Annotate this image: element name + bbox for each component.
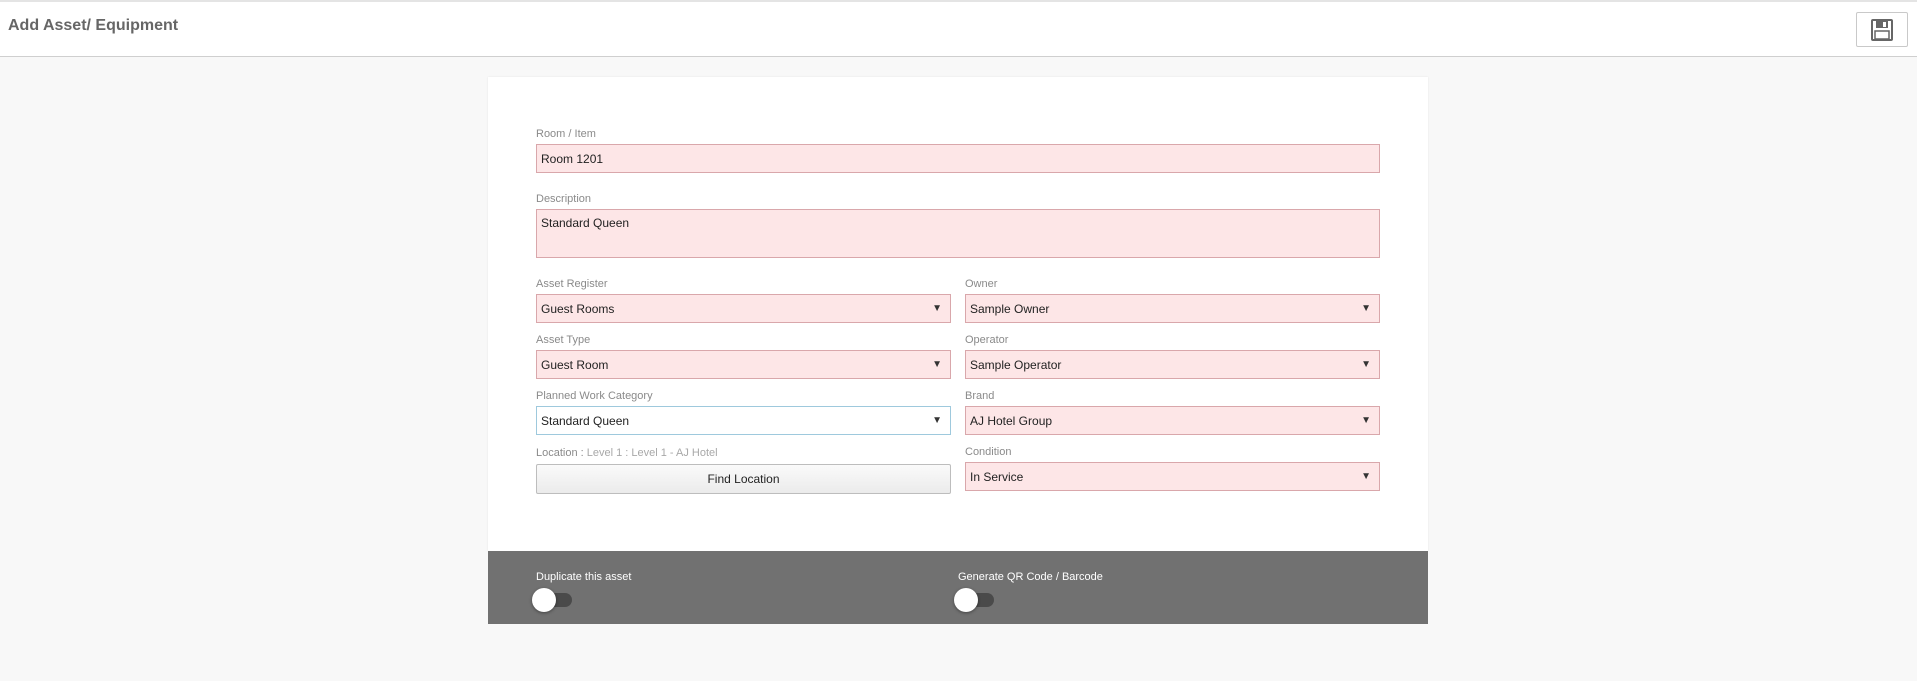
floppy-disk-icon [1871,18,1893,41]
planned-work-category-select[interactable]: Standard Queen ▼ [536,406,951,435]
save-button[interactable] [1856,12,1908,47]
find-location-button[interactable]: Find Location [536,464,951,494]
generate-code-toggle[interactable] [954,585,996,612]
description-textarea[interactable]: Standard Queen [536,209,1380,258]
duplicate-asset-toggle[interactable] [532,585,574,612]
dropdown-arrow-icon: ▼ [932,359,942,370]
dropdown-arrow-icon: ▼ [1361,359,1371,370]
room-item-value: Room 1201 [541,151,604,166]
dropdown-arrow-icon: ▼ [932,415,942,426]
asset-register-select[interactable]: Guest Rooms ▼ [536,294,951,323]
asset-register-label: Asset Register [536,278,608,290]
room-item-input[interactable]: Room 1201 [536,144,1380,173]
dropdown-arrow-icon: ▼ [1361,415,1371,426]
generate-code-label: Generate QR Code / Barcode [958,571,1103,583]
asset-type-select[interactable]: Guest Room ▼ [536,350,951,379]
asset-type-value: Guest Room [541,357,609,372]
dropdown-arrow-icon: ▼ [1361,471,1371,482]
brand-value: AJ Hotel Group [970,413,1053,428]
location-label-text: Location : [536,447,584,459]
toggle-knob [532,588,556,612]
location-value: Level 1 : Level 1 - AJ Hotel [586,447,718,459]
room-item-label: Room / Item [536,128,596,140]
condition-value: In Service [970,469,1024,484]
operator-select[interactable]: Sample Operator ▼ [965,350,1380,379]
owner-select[interactable]: Sample Owner ▼ [965,294,1380,323]
duplicate-asset-label: Duplicate this asset [536,571,632,583]
condition-select[interactable]: In Service ▼ [965,462,1380,491]
condition-label: Condition [965,446,1012,458]
location-label: Location : Level 1 : Level 1 - AJ Hotel [536,447,718,459]
description-value: Standard Queen [541,216,630,230]
dropdown-arrow-icon: ▼ [1361,303,1371,314]
brand-select[interactable]: AJ Hotel Group ▼ [965,406,1380,435]
toggle-knob [954,588,978,612]
owner-label: Owner [965,278,998,290]
operator-label: Operator [965,334,1009,346]
planned-work-category-label: Planned Work Category [536,390,653,402]
owner-value: Sample Owner [970,301,1050,316]
asset-register-value: Guest Rooms [541,301,615,316]
dropdown-arrow-icon: ▼ [932,303,942,314]
page-title: Add Asset/ Equipment [8,17,179,34]
page-header: Add Asset/ Equipment [0,2,1917,57]
asset-form-card: Room / Item Room 1201 Description Standa… [488,77,1428,551]
description-label: Description [536,193,592,205]
planned-work-category-value: Standard Queen [541,413,630,428]
brand-label: Brand [965,390,995,402]
form-footer: Duplicate this asset Generate QR Code / … [488,551,1428,624]
asset-type-label: Asset Type [536,334,591,346]
operator-value: Sample Operator [970,357,1062,372]
